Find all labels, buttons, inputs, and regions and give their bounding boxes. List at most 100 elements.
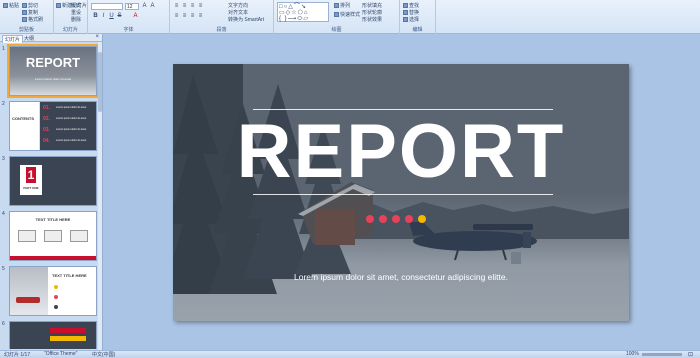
bullets-icon[interactable]: ≡ — [173, 3, 180, 9]
slide-number: 4 — [2, 211, 5, 217]
slide-thumbnail-row[interactable]: 2 CONTENTS 01. Lorem ipsum dolor sit ame… — [0, 101, 100, 153]
slide-thumbnail[interactable]: TEXT TITLE HERE — [9, 211, 97, 261]
slide-thumbnail[interactable]: 1 PART ONE — [9, 156, 97, 206]
indicator-dot — [418, 215, 426, 223]
font-name-select[interactable] — [91, 3, 123, 10]
clipboard-group-label: 剪贴板 — [18, 27, 34, 33]
tab-slides[interactable]: 幻灯片 — [2, 35, 24, 43]
editing-group-label: 编辑 — [412, 27, 423, 33]
arrange-icon — [334, 3, 339, 8]
fit-window-icon[interactable]: ⊡ — [688, 351, 693, 358]
decrease-indent-icon[interactable]: ≡ — [189, 3, 196, 9]
drawing-group-label: 绘图 — [331, 27, 342, 33]
close-icon[interactable]: × — [95, 34, 99, 40]
paragraph-group: ≡ ≡ ≡ ≡ ≡ ≡ ≡ ≡ 文字方向 对齐文本 转换为 SmartArt 段… — [170, 0, 274, 34]
main-slide[interactable]: REPORT Lorem ipsum dolor sit amet, conse… — [173, 64, 629, 321]
shape-fill-button[interactable]: 形状填充 — [362, 2, 382, 9]
slide-title[interactable]: REPORT — [173, 112, 629, 192]
font-size-select[interactable]: 12 — [125, 3, 139, 10]
align-right-icon[interactable]: ≡ — [189, 13, 196, 19]
theme-name: "Office Theme" — [44, 351, 78, 357]
numbering-icon[interactable]: ≡ — [181, 3, 188, 9]
replace-button[interactable]: 替换 — [403, 9, 419, 16]
zoom-slider[interactable] — [642, 353, 682, 356]
pane-tabs: 幻灯片 大纲 × — [0, 34, 102, 43]
thumb-heading: TEXT TITLE HERE — [35, 217, 71, 222]
status-bar: 幻灯片 1/17 "Office Theme" 中文(中国) 100% ⊡ — [0, 350, 700, 358]
text-direction-button[interactable]: 文字方向 — [228, 2, 248, 9]
convert-smartart-button[interactable]: 转换为 SmartArt — [228, 16, 264, 23]
slide-number: 6 — [2, 321, 5, 327]
slide-thumbnail-row[interactable]: 1 REPORT Lorem ipsum dolor sit amet — [0, 44, 100, 98]
thumb-title: REPORT — [25, 55, 81, 70]
font-color-icon[interactable]: A — [132, 13, 139, 19]
grow-font-icon[interactable]: A — [141, 3, 148, 9]
quick-styles-button[interactable]: 快速样式 — [334, 11, 360, 18]
slide-thumbnail[interactable]: REPORT Lorem ipsum dolor sit amet — [7, 44, 99, 98]
shape-outline-button[interactable]: 形状轮廓 — [362, 9, 382, 16]
slide-thumbnail[interactable] — [9, 321, 97, 349]
tab-outline[interactable]: 大纲 — [22, 35, 36, 42]
find-button[interactable]: 查找 — [403, 2, 419, 9]
quick-styles-icon — [334, 12, 339, 17]
slides-group: 新建幻灯片 版式 重设 删除 幻灯片 — [54, 0, 88, 34]
shrink-font-icon[interactable]: A — [149, 3, 156, 9]
ribbon: 粘贴 剪切 复制 格式刷 剪贴板 新建幻灯片 版式 重设 删除 幻灯片 12 A… — [0, 0, 700, 34]
drawing-group: □○△⌒↘ ▭◇☆⬠⌂{ }⟶⬭▱ 排列 快速样式 形状填充 形状轮廓 形状效果 … — [274, 0, 400, 34]
paste-icon — [3, 3, 8, 8]
copy-button[interactable]: 复制 — [22, 9, 38, 16]
thumb-part-label: PART ONE — [23, 186, 39, 190]
slide-number: 1 — [2, 46, 5, 52]
cut-button[interactable]: 剪切 — [22, 2, 38, 9]
strikethrough-icon[interactable]: S — [116, 13, 123, 19]
pane-scrollbar[interactable] — [98, 42, 102, 350]
replace-icon — [403, 10, 408, 15]
select-button[interactable]: 选择 — [403, 16, 419, 23]
align-center-icon[interactable]: ≡ — [181, 13, 188, 19]
bottom-divider-line — [253, 194, 553, 195]
thumb-part-number: 1 — [26, 167, 36, 183]
layout-button[interactable]: 版式 — [71, 2, 81, 9]
align-left-icon[interactable]: ≡ — [173, 13, 180, 19]
editing-group: 查找 替换 选择 编辑 — [400, 0, 436, 34]
slide-thumbnail[interactable]: TEXT TITLE HERE — [9, 266, 97, 316]
indicator-dot — [392, 215, 400, 223]
italic-icon[interactable]: I — [100, 13, 107, 19]
slide-thumbnail-row[interactable]: 3 1 PART ONE — [0, 156, 100, 208]
slides-pane: 幻灯片 大纲 × 1 REPORT Lorem ipsum dolor sit … — [0, 34, 103, 350]
indicator-dot — [379, 215, 387, 223]
copy-icon — [22, 10, 27, 15]
indicator-dot — [366, 215, 374, 223]
shape-effects-button[interactable]: 形状效果 — [362, 16, 382, 23]
find-icon — [403, 3, 408, 8]
slides-group-label: 幻灯片 — [62, 27, 78, 33]
slide-number: 3 — [2, 156, 5, 162]
slide-thumbnail-row[interactable]: 5 TEXT TITLE HERE — [0, 266, 100, 318]
paste-button[interactable]: 粘贴 — [3, 2, 19, 9]
paragraph-group-label: 段落 — [216, 27, 227, 33]
brush-icon — [22, 17, 27, 22]
thumb-heading: CONTENTS — [12, 116, 34, 121]
align-text-button[interactable]: 对齐文本 — [228, 9, 248, 16]
zoom-level[interactable]: 100% — [626, 351, 639, 357]
indicator-dot — [405, 215, 413, 223]
slide-counter: 幻灯片 1/17 — [4, 352, 31, 358]
scrollbar-thumb[interactable] — [98, 52, 102, 112]
select-icon — [403, 17, 408, 22]
scissors-icon — [22, 3, 27, 8]
arrange-button[interactable]: 排列 — [334, 2, 350, 9]
slide-thumbnail-row[interactable]: 4 TEXT TITLE HERE — [0, 211, 100, 263]
underline-icon[interactable]: U — [108, 13, 115, 19]
shapes-gallery[interactable]: □○△⌒↘ ▭◇☆⬠⌂{ }⟶⬭▱ — [277, 2, 329, 22]
delete-slide-button[interactable]: 删除 — [71, 16, 81, 23]
reset-button[interactable]: 重设 — [71, 9, 81, 16]
slide-thumbnail[interactable]: CONTENTS 01. Lorem ipsum dolor sit amet … — [9, 101, 97, 151]
bold-icon[interactable]: B — [92, 13, 99, 19]
justify-icon[interactable]: ≡ — [197, 13, 204, 19]
clipboard-group: 粘贴 剪切 复制 格式刷 剪贴板 — [0, 0, 54, 34]
slide-thumbnail-row[interactable]: 6 — [0, 321, 100, 349]
language-status[interactable]: 中文(中国) — [92, 351, 115, 358]
format-painter-button[interactable]: 格式刷 — [22, 16, 43, 23]
slide-subtitle[interactable]: Lorem ipsum dolor sit amet, consectetur … — [173, 272, 629, 282]
increase-indent-icon[interactable]: ≡ — [197, 3, 204, 9]
